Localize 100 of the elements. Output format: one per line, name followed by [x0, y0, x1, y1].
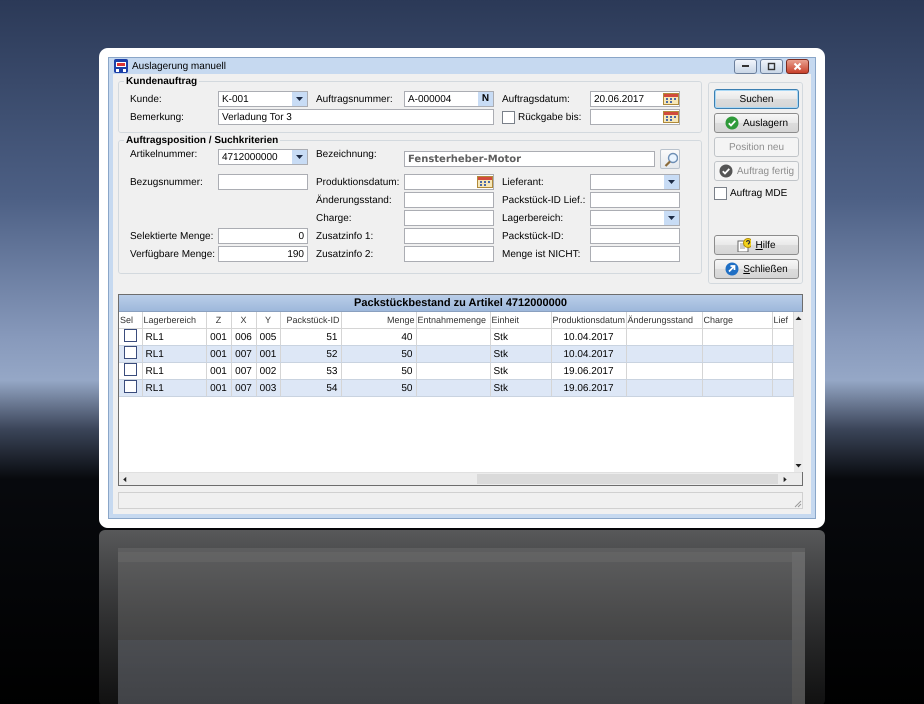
input-field[interactable]: 190 — [218, 246, 308, 262]
action-button[interactable]: Hilfe — [714, 235, 799, 255]
new-number-button[interactable]: N — [478, 92, 493, 106]
table-cell: 10.04.2017 — [551, 346, 626, 362]
horizontal-scrollbar[interactable] — [119, 472, 802, 485]
input-field[interactable] — [590, 246, 680, 262]
input-field[interactable]: A-000004 N — [404, 91, 494, 107]
table-cell: 007 — [231, 380, 256, 396]
minimize-icon — [742, 65, 749, 67]
input-field[interactable] — [404, 246, 494, 262]
checkbox[interactable] — [124, 380, 137, 393]
field-label: Verfügbare Menge: — [130, 248, 216, 260]
table-cell: Stk — [490, 346, 551, 362]
column-header[interactable]: X — [231, 312, 256, 328]
table-cell: Stk — [490, 380, 551, 396]
column-header[interactable]: Änderungsstand — [626, 312, 702, 328]
action-button[interactable]: Suchen — [714, 89, 799, 109]
scroll-up-icon — [794, 314, 802, 323]
table-cell: 007 — [231, 346, 256, 362]
field-label: Packstück-ID Lief.: — [502, 194, 586, 206]
combo-box[interactable]: K-001 — [218, 91, 308, 107]
field-label: Kunde: — [130, 94, 163, 104]
table-cell: 50 — [341, 380, 416, 396]
checkbox[interactable] — [502, 110, 515, 124]
checkbox[interactable] — [714, 187, 727, 200]
check-icon — [718, 164, 733, 178]
date-field[interactable]: 20.06.2017 — [590, 91, 680, 107]
column-header[interactable]: Entnahmemenge — [416, 312, 490, 328]
column-header[interactable]: Z — [206, 312, 231, 328]
calendar-icon — [663, 110, 679, 124]
search-button[interactable] — [660, 149, 680, 169]
table-cell: 001 — [206, 346, 231, 362]
input-field[interactable]: Fensterheber-Motor — [404, 151, 655, 167]
combo-box[interactable] — [590, 210, 680, 226]
resize-grip-icon — [792, 498, 802, 508]
calendar-icon — [663, 92, 679, 106]
table-cell: 50 — [341, 346, 416, 362]
scroll-right-icon — [781, 474, 789, 484]
checkbox[interactable] — [124, 346, 137, 359]
grid-title: Packstückbestand zu Artikel 4712000000 — [119, 295, 802, 312]
field-label: Artikelnummer: — [130, 149, 198, 160]
window-title: Auslagerung manuell — [132, 60, 226, 72]
search-icon — [662, 152, 678, 166]
table-cell: 54 — [280, 380, 341, 396]
field-label: Auftragsnummer: — [316, 94, 394, 104]
help-icon — [737, 238, 752, 252]
field-label: Packstück-ID: — [502, 230, 565, 242]
scroll-left-icon — [121, 474, 129, 484]
column-header[interactable]: Lagerbereich — [142, 312, 206, 328]
input-field[interactable] — [404, 228, 494, 244]
scroll-down-icon — [794, 461, 802, 470]
field-label: Bezugsnummer: — [130, 176, 204, 188]
maximize-button[interactable] — [760, 58, 783, 74]
column-header[interactable]: Einheit — [490, 312, 551, 328]
field-label: Selektierte Menge: — [130, 230, 214, 242]
close-button[interactable] — [786, 58, 809, 74]
table-cell: 52 — [280, 346, 341, 362]
checkbox-label: Auftrag MDE — [730, 188, 788, 199]
combo-box[interactable]: 4712000000 — [218, 149, 308, 165]
input-field[interactable] — [218, 174, 308, 190]
combo-box[interactable] — [590, 174, 680, 190]
table-cell: RL1 — [142, 380, 206, 396]
field-label: Produktionsdatum: — [316, 176, 400, 188]
checkbox-label: Rückgabe bis: — [518, 112, 582, 122]
table-cell: RL1 — [142, 346, 206, 362]
field-label: Menge ist NICHT: — [502, 248, 582, 260]
field-label: Änderungsstand: — [316, 194, 393, 206]
field-label: Zusatzinfo 1: — [316, 230, 374, 242]
minimize-button[interactable] — [734, 58, 757, 74]
column-header[interactable]: Lief — [772, 312, 793, 328]
column-header[interactable]: Charge — [702, 312, 772, 328]
input-field[interactable] — [404, 210, 494, 226]
app-icon — [114, 59, 128, 73]
input-field[interactable] — [590, 192, 680, 208]
group-title: Kundenauftrag — [125, 76, 198, 87]
field-label: Charge: — [316, 212, 353, 224]
input-field[interactable] — [404, 192, 494, 208]
scrollbar-thumb[interactable] — [476, 474, 778, 484]
field-label: Zusatzinfo 2: — [316, 248, 374, 260]
field-label: Auftragsdatum: — [502, 94, 571, 104]
date-field[interactable] — [404, 174, 494, 190]
column-header[interactable]: Packstück-ID — [280, 312, 341, 328]
check-icon — [724, 116, 739, 130]
input-field[interactable]: 0 — [218, 228, 308, 244]
input-field[interactable] — [590, 228, 680, 244]
field-label: Lagerbereich: — [502, 212, 564, 224]
table-cell: 001 — [206, 380, 231, 396]
field-label: Bezeichnung: — [316, 149, 378, 160]
checkbox[interactable] — [124, 363, 137, 376]
column-header[interactable]: Y — [256, 312, 280, 328]
column-header[interactable]: Menge — [341, 312, 416, 328]
table-cell: 001 — [256, 346, 280, 362]
column-header[interactable]: Produktionsdatum — [551, 312, 626, 328]
input-field[interactable]: Verladung Tor 3 — [218, 109, 494, 125]
checkbox[interactable] — [124, 329, 137, 342]
vertical-scrollbar[interactable] — [794, 312, 802, 472]
table-cell: 19.06.2017 — [551, 380, 626, 396]
date-field[interactable] — [590, 109, 680, 125]
action-button[interactable]: Schließen — [714, 259, 799, 279]
action-button[interactable]: Auslagern — [714, 113, 799, 133]
